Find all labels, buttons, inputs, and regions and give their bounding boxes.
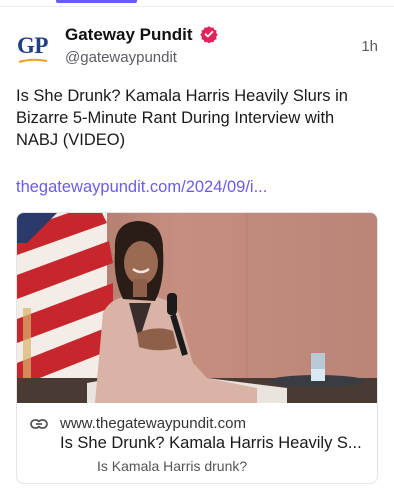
post-timestamp[interactable]: 1h [361,38,378,55]
link-preview-image[interactable] [17,213,377,403]
author-handle[interactable]: @gatewaypundit [65,49,177,66]
post-link[interactable]: thegatewaypundit.com/2024/09/i... [16,176,378,198]
top-divider [0,6,394,7]
post-header: GP Gateway Pundit @gatewaypundit 1h [16,22,378,72]
author-name[interactable]: Gateway Pundit [65,25,193,45]
verified-badge-icon [200,26,218,43]
active-tab-indicator [56,0,137,3]
card-title: Is She Drunk? Kamala Harris Heavily S... [60,434,362,452]
avatar-logo-text: GP [17,33,48,58]
avatar[interactable]: GP [16,28,52,64]
card-domain-row: www.thegatewaypundit.com [17,414,377,434]
card-description: Is Kamala Harris drunk? [97,458,248,474]
link-chain-icon [30,419,48,429]
link-preview-card[interactable]: www.thegatewaypundit.com Is She Drunk? K… [16,212,378,484]
card-domain: www.thegatewaypundit.com [60,415,246,432]
post-body-text: Is She Drunk? Kamala Harris Heavily Slur… [16,87,348,149]
logo-swoosh-icon [18,58,48,63]
